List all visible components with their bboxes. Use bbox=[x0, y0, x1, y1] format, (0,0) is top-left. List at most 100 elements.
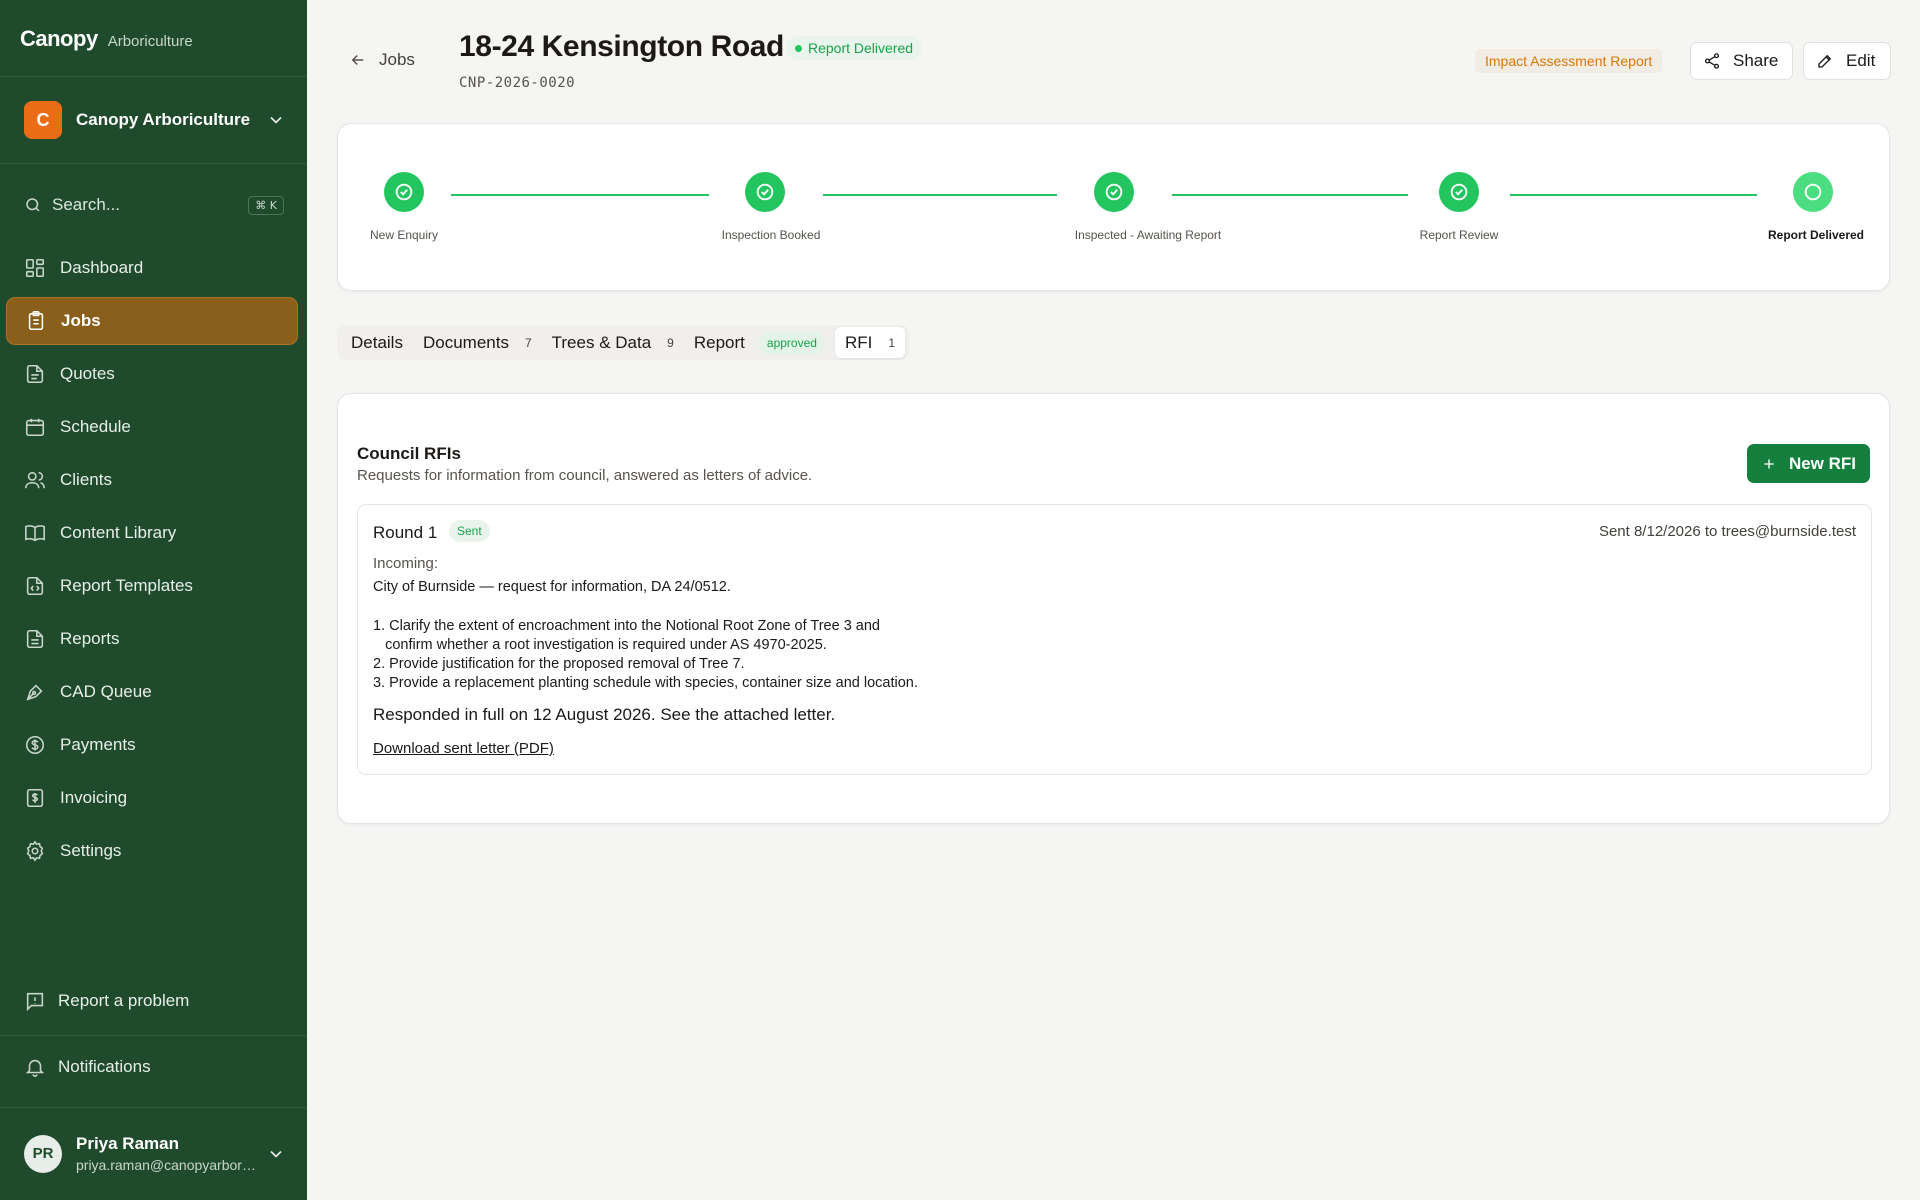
tab-documents[interactable]: Documents 7 bbox=[413, 327, 542, 358]
step-connector bbox=[451, 194, 709, 196]
sidebar-divider bbox=[0, 163, 307, 164]
tab-label: Report bbox=[693, 332, 745, 352]
sidebar-item-content-library[interactable]: Content Library bbox=[6, 509, 298, 557]
sidebar-item-dashboard[interactable]: Dashboard bbox=[6, 244, 298, 292]
edit-button[interactable]: Edit bbox=[1803, 42, 1891, 80]
job-tabs: Details Documents 7 Trees & Data 9 Repor… bbox=[337, 325, 910, 360]
dashboard-icon bbox=[24, 257, 46, 279]
sidebar-item-label: Settings bbox=[60, 841, 122, 860]
sidebar-item-label: Reports bbox=[60, 629, 120, 648]
sidebar-item-schedule[interactable]: Schedule bbox=[6, 403, 298, 451]
step-label: Inspected - Awaiting Report bbox=[1074, 228, 1222, 242]
brand-logo: Canopy bbox=[20, 26, 98, 51]
notifications-button[interactable]: Notifications bbox=[24, 1056, 151, 1078]
tab-trees-data[interactable]: Trees & Data 9 bbox=[542, 327, 684, 358]
users-icon bbox=[24, 469, 46, 491]
sidebar-item-label: CAD Queue bbox=[60, 682, 152, 701]
sidebar-item-quotes[interactable]: Quotes bbox=[6, 350, 298, 398]
step-circle-icon bbox=[1793, 172, 1833, 212]
tab-label: Documents bbox=[422, 332, 509, 352]
report-problem-button[interactable]: Report a problem bbox=[24, 990, 189, 1012]
sidebar: Canopy Arboriculture C Canopy Arboricult… bbox=[0, 0, 307, 1200]
tab-count: 7 bbox=[524, 335, 532, 350]
org-switcher[interactable]: C Canopy Arboriculture bbox=[24, 100, 286, 140]
sidebar-item-label: Quotes bbox=[60, 364, 115, 383]
tab-report[interactable]: Report approved bbox=[684, 327, 835, 358]
sidebar-item-reports[interactable]: Reports bbox=[6, 615, 298, 663]
download-letter-link[interactable]: Download sent letter (PDF) bbox=[373, 740, 554, 757]
sidebar-item-label: Clients bbox=[60, 470, 112, 489]
invoice-icon bbox=[24, 787, 46, 809]
search-placeholder: Search... bbox=[52, 195, 121, 214]
step-label: New Enquiry bbox=[369, 228, 439, 242]
tab-rfi[interactable]: RFI 1 bbox=[834, 327, 906, 358]
sidebar-item-clients[interactable]: Clients bbox=[6, 456, 298, 504]
step-label-current: Report Delivered bbox=[1767, 228, 1865, 242]
step-label: Report Review bbox=[1419, 228, 1499, 242]
user-menu[interactable]: PR Priya Raman priya.raman@canopyarboric… bbox=[24, 1134, 286, 1173]
job-code: CNP-2026-0020 bbox=[459, 75, 576, 91]
alert-message-icon bbox=[24, 990, 46, 1012]
user-name: Priya Raman bbox=[76, 1134, 179, 1153]
sidebar-item-label: Dashboard bbox=[60, 258, 144, 277]
status-badge: Report Delivered bbox=[786, 36, 923, 60]
sidebar-item-label: Invoicing bbox=[60, 788, 128, 807]
org-avatar: C bbox=[24, 101, 62, 139]
new-rfi-label: New RFI bbox=[1788, 453, 1856, 473]
calendar-icon bbox=[24, 416, 46, 438]
brand[interactable]: Canopy Arboriculture bbox=[20, 26, 193, 52]
code-file-icon bbox=[24, 575, 46, 597]
bell-icon bbox=[24, 1056, 46, 1078]
sidebar-item-settings[interactable]: Settings bbox=[6, 827, 298, 875]
round-title: Round 1 bbox=[373, 523, 438, 542]
notifications-label: Notifications bbox=[58, 1057, 151, 1076]
sidebar-item-payments[interactable]: Payments bbox=[6, 721, 298, 769]
tab-status-badge: approved bbox=[758, 331, 825, 354]
user-email: priya.raman@canopyarboriculture.com bbox=[76, 1157, 256, 1173]
brand-subtitle: Arboriculture bbox=[107, 33, 193, 50]
tab-details[interactable]: Details bbox=[341, 327, 413, 358]
sidebar-item-label: Jobs bbox=[61, 311, 101, 330]
plus-icon bbox=[1764, 458, 1774, 469]
step-check-icon bbox=[1439, 172, 1479, 212]
tab-count: 9 bbox=[667, 335, 674, 350]
search-input[interactable]: Search... ⌘ K bbox=[24, 192, 284, 218]
share-button[interactable]: Share bbox=[1690, 42, 1793, 80]
arrow-left-icon bbox=[351, 54, 364, 66]
user-info: Priya Raman priya.raman@canopyarboricult… bbox=[76, 1134, 256, 1173]
clipboard-icon bbox=[25, 310, 47, 332]
incoming-label: Incoming: bbox=[373, 555, 439, 572]
sidebar-item-report-templates[interactable]: Report Templates bbox=[6, 562, 298, 610]
step-connector bbox=[1172, 194, 1408, 196]
share-label: Share bbox=[1733, 51, 1779, 70]
new-rfi-button[interactable]: New RFI bbox=[1746, 444, 1870, 483]
share-icon bbox=[1704, 53, 1720, 69]
avatar: PR bbox=[24, 1134, 62, 1173]
dollar-circle-icon bbox=[24, 734, 46, 756]
sidebar-divider bbox=[0, 1107, 307, 1108]
council-rfis-panel: Council RFIs Requests for information fr… bbox=[337, 393, 1890, 824]
rfi-round-card: Round 1 Sent Sent 8/12/2026 to trees@bur… bbox=[357, 504, 1872, 775]
sidebar-item-label: Payments bbox=[60, 735, 136, 754]
response-text: Responded in full on 12 August 2026. See… bbox=[373, 705, 836, 724]
report-icon bbox=[24, 628, 46, 650]
sidebar-item-invoicing[interactable]: Invoicing bbox=[6, 774, 298, 822]
page-title: 18-24 Kensington Road bbox=[459, 30, 784, 63]
sidebar-divider bbox=[0, 76, 307, 77]
step-connector bbox=[1510, 194, 1757, 196]
document-icon bbox=[24, 363, 46, 385]
sidebar-item-label: Content Library bbox=[60, 523, 177, 542]
search-shortcut: ⌘ K bbox=[248, 195, 284, 215]
tab-count: 1 bbox=[888, 335, 896, 350]
step-check-icon bbox=[745, 172, 785, 212]
back-to-jobs-link[interactable]: Jobs bbox=[349, 50, 415, 70]
org-name: Canopy Arboriculture bbox=[76, 110, 251, 129]
chevron-down-icon bbox=[270, 116, 282, 124]
incoming-request-text: City of Burnside — request for informati… bbox=[373, 579, 918, 692]
search-icon bbox=[26, 198, 40, 212]
step-check-icon bbox=[1094, 172, 1134, 212]
sidebar-item-cad-queue[interactable]: CAD Queue bbox=[6, 668, 298, 716]
job-progress-stepper: New Enquiry Inspection Booked Inspected … bbox=[337, 123, 1890, 291]
sidebar-item-jobs[interactable]: Jobs bbox=[6, 297, 298, 345]
round-sent-info: Sent 8/12/2026 to trees@burnside.test bbox=[1598, 523, 1856, 540]
